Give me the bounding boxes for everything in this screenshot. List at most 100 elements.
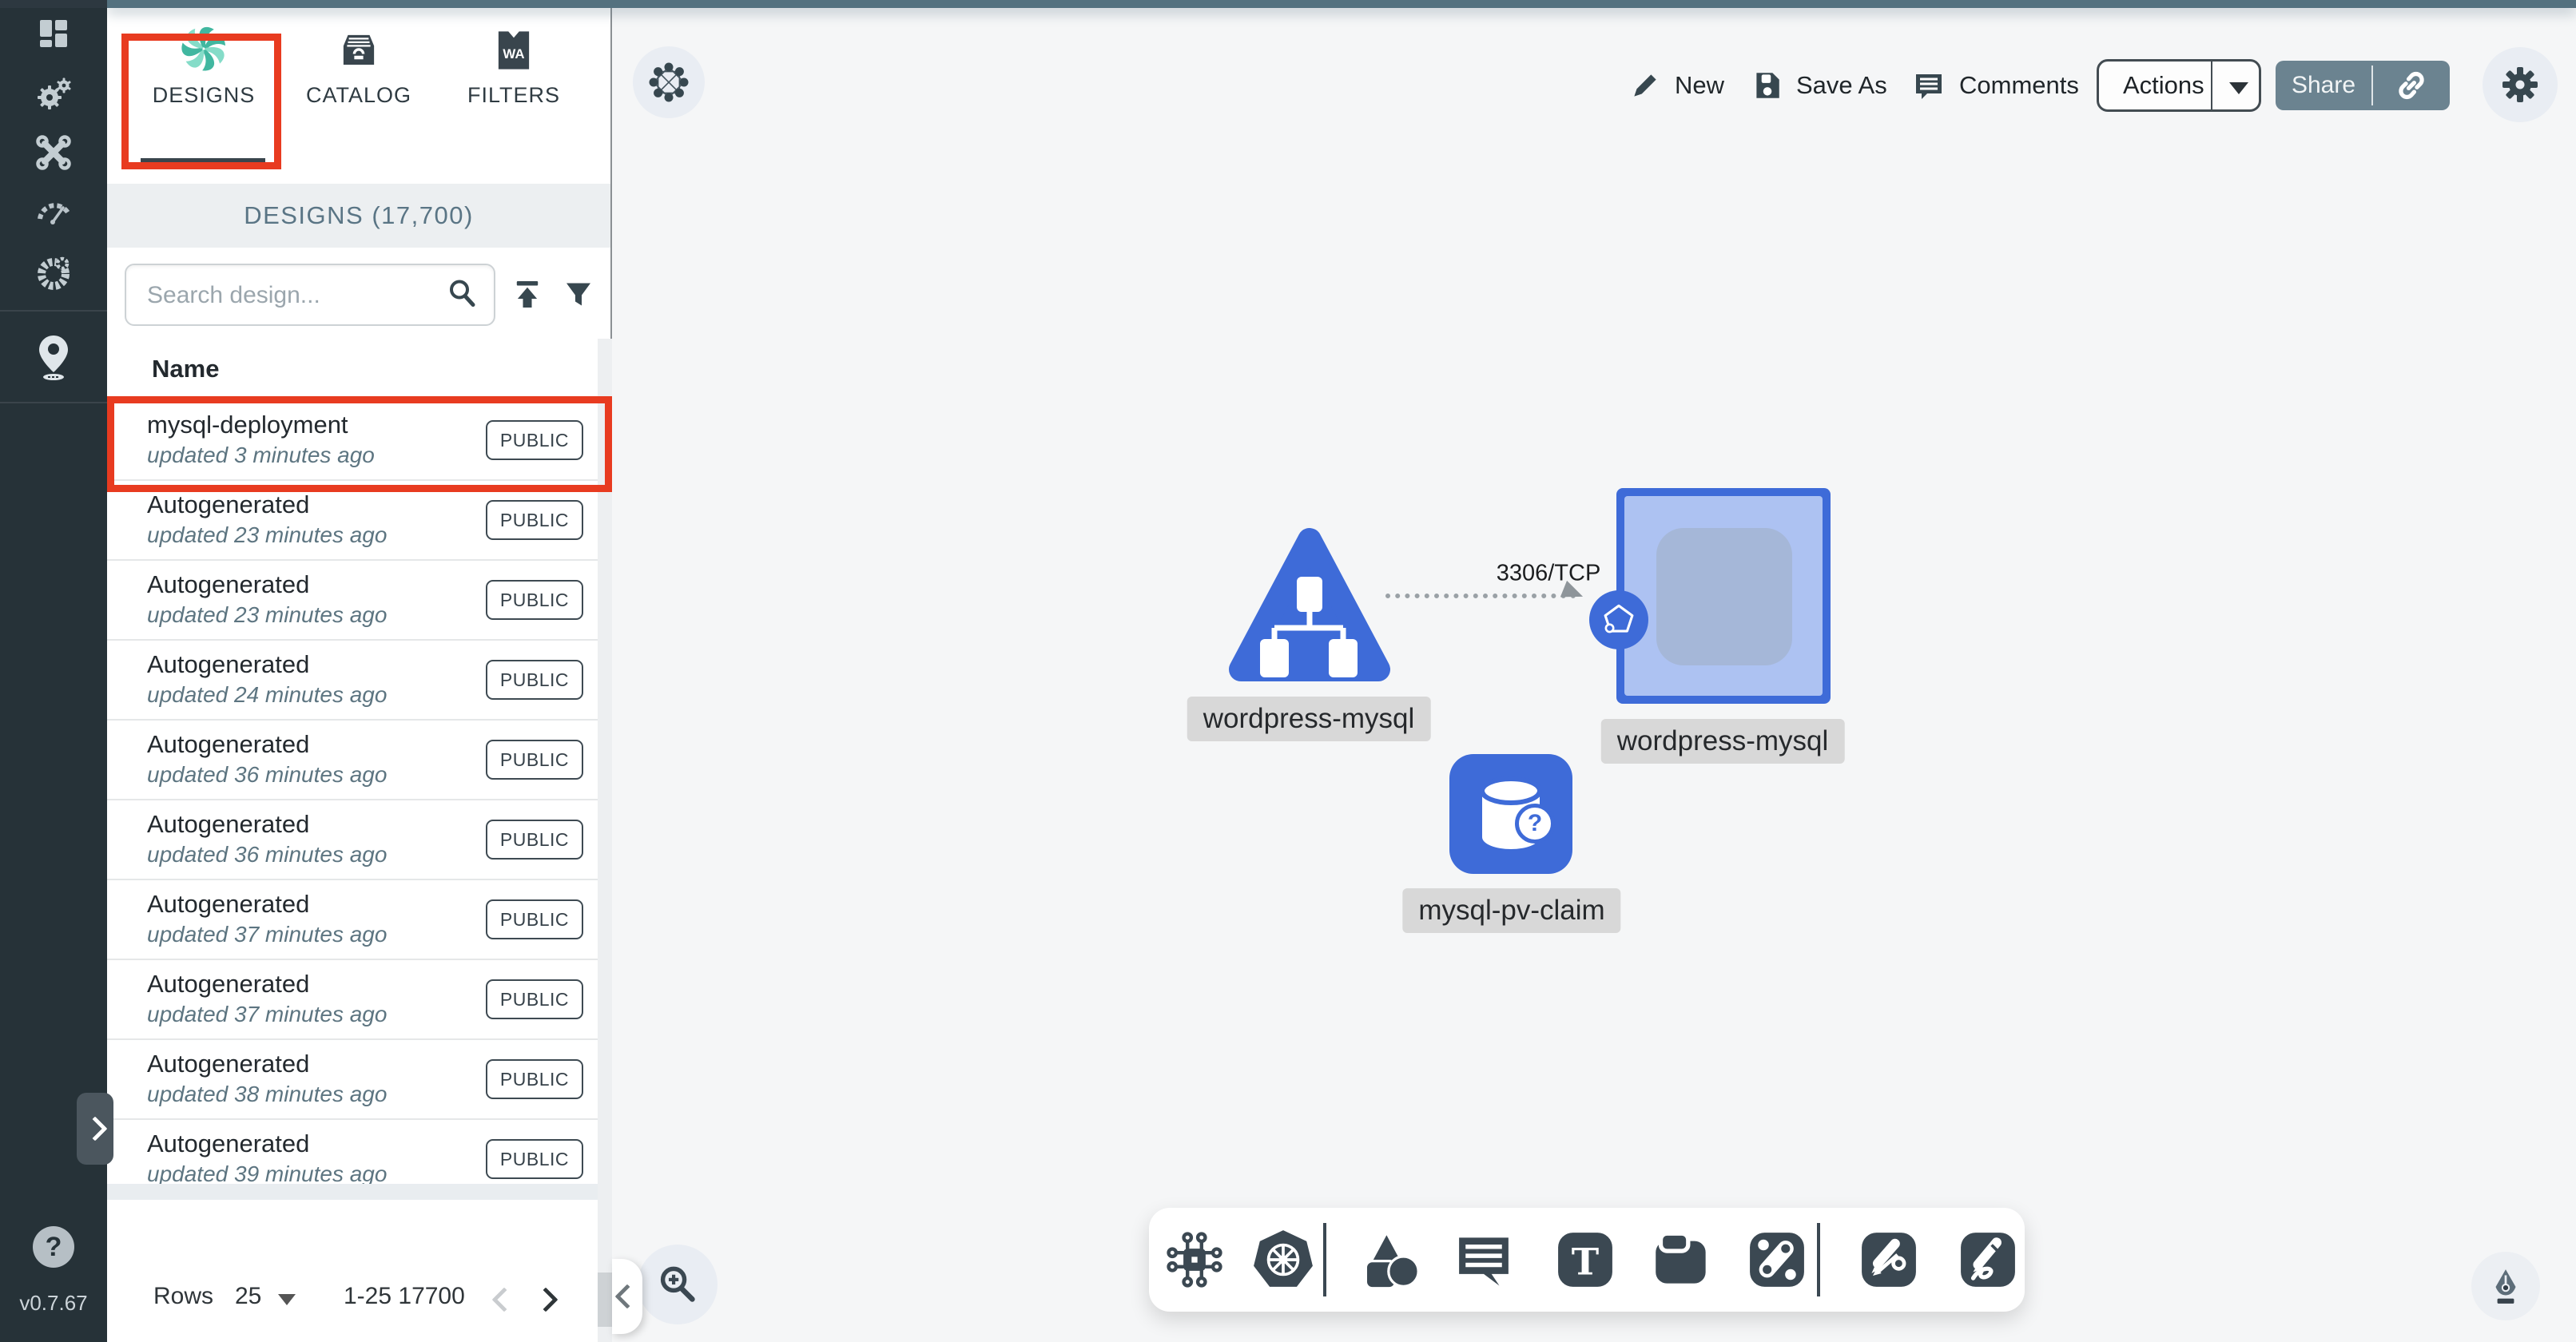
kubernetes-tool[interactable] <box>1251 1228 1315 1292</box>
panel-scrollbar-track[interactable] <box>598 339 612 1342</box>
node-label-deployment[interactable]: wordpress-mysql <box>1187 697 1431 741</box>
design-list-item[interactable]: Autogenerated updated 37 minutes ago PUB… <box>107 960 610 1040</box>
pen-nib-icon <box>2486 1266 2526 1306</box>
settings-button[interactable] <box>2483 47 2558 122</box>
link-nodes-tool[interactable] <box>1747 1230 1807 1289</box>
mesh-sync-icon <box>646 60 691 105</box>
design-list-item[interactable]: Autogenerated updated 23 minutes ago PUB… <box>107 561 610 641</box>
database-cylinder-icon <box>1449 754 1572 874</box>
frame-tool[interactable] <box>1651 1229 1713 1291</box>
sidebar-divider <box>0 402 107 403</box>
previous-page-button[interactable] <box>495 1288 513 1315</box>
upload-icon[interactable] <box>510 277 545 316</box>
actions-button[interactable]: Actions <box>2097 59 2261 112</box>
tab-filters[interactable]: WA FILTERS <box>438 19 590 108</box>
freehand-draw-tool[interactable] <box>1958 1230 2017 1289</box>
design-name: Autogenerated <box>147 810 309 839</box>
design-list-item[interactable]: Autogenerated updated 38 minutes ago PUB… <box>107 1040 610 1120</box>
page-size-select[interactable]: 25 <box>235 1283 261 1310</box>
chip-icon <box>1164 1229 1225 1290</box>
components-tool[interactable] <box>1164 1229 1225 1290</box>
design-list-item[interactable]: mysql-deployment updated 3 minutes ago P… <box>107 401 610 481</box>
new-button[interactable]: New <box>1628 61 1724 110</box>
design-updated-time: updated 37 minutes ago <box>147 922 387 947</box>
node-label-pvc[interactable]: mysql-pv-claim <box>1402 888 1620 933</box>
mesh-sync-button[interactable] <box>633 46 705 118</box>
app-version: v0.7.67 <box>0 1291 107 1316</box>
shapes-tool[interactable] <box>1357 1229 1419 1291</box>
design-name: Autogenerated <box>147 730 309 759</box>
tab-filters-label: FILTERS <box>438 83 590 108</box>
design-list-item[interactable]: Autogenerated updated 36 minutes ago PUB… <box>107 800 610 880</box>
meshery-kanvas-app: ? v0.7.67 DESIGNS <box>0 0 2576 1342</box>
crossed-wrenches-icon[interactable] <box>34 133 74 177</box>
whiteboard-pen-button[interactable] <box>2471 1252 2540 1320</box>
text-tool[interactable]: T <box>1556 1230 1615 1289</box>
copy-link-button[interactable] <box>2373 61 2450 110</box>
gear-icon <box>2500 65 2540 105</box>
search-box[interactable] <box>125 264 495 326</box>
design-updated-time: updated 38 minutes ago <box>147 1082 387 1107</box>
design-name: Autogenerated <box>147 890 309 919</box>
service-inner-shape <box>1656 528 1792 665</box>
actions-split-divider <box>2211 62 2212 109</box>
design-list-item[interactable]: Autogenerated updated 24 minutes ago PUB… <box>107 641 610 721</box>
visibility-badge: PUBLIC <box>486 979 583 1019</box>
search-row <box>107 264 610 329</box>
mesh-ring-icon[interactable] <box>33 252 74 298</box>
deployment-triangle-icon <box>1228 527 1391 682</box>
comment-icon <box>1453 1229 1515 1291</box>
comments-button[interactable]: Comments <box>1911 61 2079 110</box>
gears-icon[interactable] <box>34 75 74 119</box>
save-as-button[interactable]: Save As <box>1750 61 1887 110</box>
sidebar-expand-button[interactable] <box>77 1093 113 1165</box>
tab-designs[interactable]: DESIGNS <box>128 19 280 108</box>
edge-port-label: 3306/TCP <box>1497 561 1601 587</box>
service-port-badge[interactable] <box>1589 590 1648 649</box>
gauge-icon[interactable] <box>34 192 73 234</box>
visibility-badge: PUBLIC <box>486 500 583 540</box>
page-size-caret-icon[interactable] <box>278 1294 296 1305</box>
pentagon-icon <box>1599 600 1639 640</box>
node-deployment[interactable] <box>1228 527 1391 682</box>
node-label-service[interactable]: wordpress-mysql <box>1601 719 1845 764</box>
panel-header: DESIGNS (17,700) <box>107 184 610 248</box>
node-pvc[interactable]: ? <box>1449 754 1572 874</box>
design-name: Autogenerated <box>147 970 309 999</box>
zoom-in-button[interactable] <box>638 1245 718 1324</box>
map-pin-icon[interactable] <box>31 332 76 386</box>
next-page-button[interactable] <box>537 1288 555 1315</box>
filter-funnel-icon[interactable] <box>561 277 596 316</box>
comment-icon <box>1911 68 1946 103</box>
chevron-left-icon <box>614 1284 639 1308</box>
panel-collapse-button[interactable] <box>612 1259 642 1334</box>
save-as-button-label: Save As <box>1796 71 1887 100</box>
design-list-item[interactable]: Autogenerated updated 23 minutes ago PUB… <box>107 481 610 561</box>
edge-deployment-service[interactable] <box>1385 594 1576 598</box>
share-button[interactable]: Share <box>2276 61 2450 110</box>
meshery-pinwheel-icon <box>128 19 280 72</box>
design-list-item[interactable]: Autogenerated updated 36 minutes ago PUB… <box>107 721 610 800</box>
designs-panel: DESIGNS CATALOG WA <box>107 0 612 1342</box>
edge-pen-tool[interactable] <box>1859 1230 1918 1289</box>
dropdown-caret-icon[interactable] <box>2229 82 2248 94</box>
help-button[interactable]: ? <box>33 1226 74 1268</box>
list-end-band <box>107 1184 610 1200</box>
question-mark: ? <box>1528 810 1542 837</box>
chevron-right-icon <box>533 1287 558 1312</box>
design-updated-time: updated 36 minutes ago <box>147 842 387 868</box>
design-list-item[interactable]: Autogenerated updated 37 minutes ago PUB… <box>107 880 610 960</box>
design-canvas[interactable]: New Save As Comments Actions <box>612 0 2576 1342</box>
search-input[interactable] <box>145 270 436 321</box>
panel-scrollbar-thumb[interactable] <box>598 1273 612 1327</box>
dashboard-icon[interactable] <box>34 14 73 57</box>
page-range: 1-25 17700 <box>344 1283 465 1310</box>
design-name: Autogenerated <box>147 1130 309 1158</box>
comment-tool[interactable] <box>1453 1229 1515 1291</box>
pen-arrow-icon <box>1859 1230 1918 1289</box>
canvas-tool-dock: T <box>1149 1208 2025 1312</box>
tab-catalog[interactable]: CATALOG <box>283 19 435 108</box>
node-service[interactable] <box>1616 488 1831 704</box>
question-mark-badge: ? <box>1515 804 1555 844</box>
floppy-save-icon <box>1750 69 1783 102</box>
